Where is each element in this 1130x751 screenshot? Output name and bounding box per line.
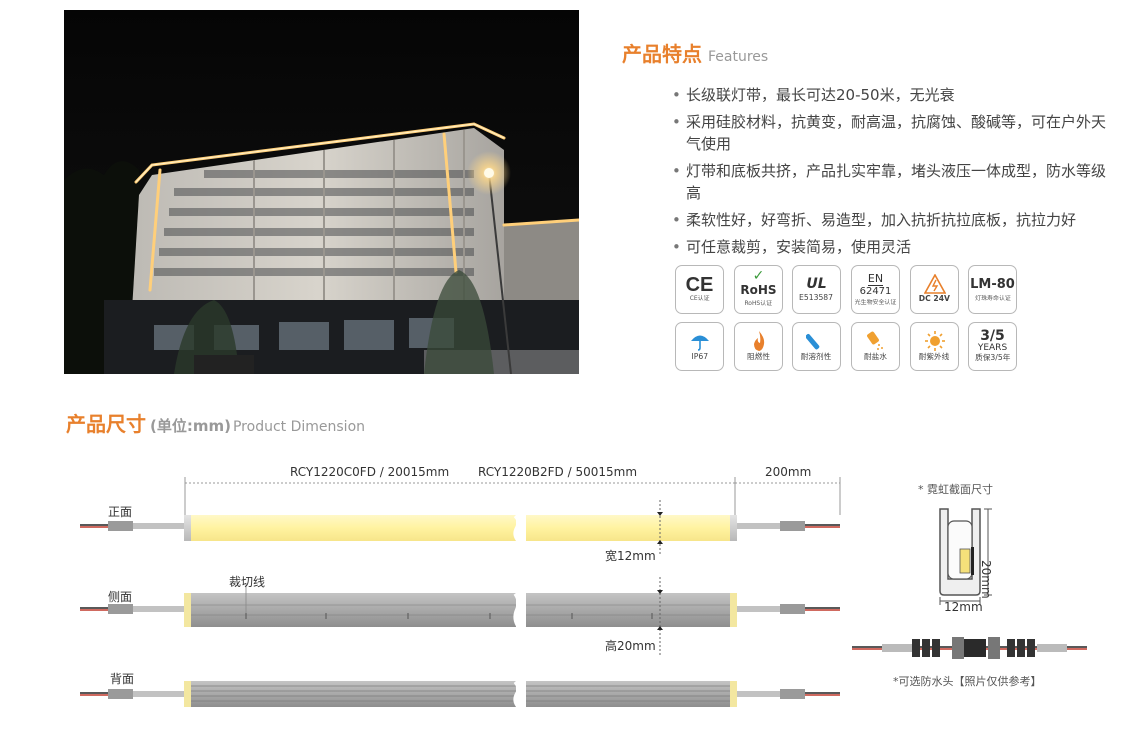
back-view-strip [80,679,840,710]
en-label: EN [867,271,884,286]
feature-item: 可任意裁剪，安装简易，使用灵活 [672,236,1112,258]
section-height-label: 20mm [979,560,993,599]
rohs-caption: RoHS认证 [744,299,773,307]
lm80-label: LM-80 [970,277,1015,292]
ce-cert-badge: CE CE认证 [675,265,724,314]
side-view-label: 侧面 [108,590,133,604]
features-list: 长级联灯带，最长可达20-50米，无光衰 采用硅胶材料，抗黄变，耐高温，抗腐蚀、… [672,84,1112,263]
section-title: * 霓虹截面尺寸 [918,483,993,496]
ul-caption: E513587 [799,293,834,303]
back-view-label: 背面 [110,672,135,686]
salt-caption: 耐盐水 [864,352,887,362]
en-number: 62471 [859,285,892,297]
umbrella-icon [690,335,709,351]
front-view-strip [80,500,840,555]
feature-item: 灯带和底板共挤，产品扎实牢靠，堵头液压一体成型，防水等级高 [672,160,1112,204]
model1-length-label: RCY1220C0FD / 20015mm [290,465,450,479]
sun-icon [924,331,945,351]
height-label: 高20mm [605,639,656,653]
dc-caption: DC 24V [918,294,951,304]
flame-icon [753,331,764,351]
lm80-badge: LM-80 灯珠寿命认证 [968,265,1017,314]
warranty-badge: 3/5 YEARS 质保3/5年 [968,322,1017,371]
salt-shaker-icon [866,331,883,350]
warranty-caption: 质保3/5年 [974,353,1011,363]
feature-item: 柔软性好，好弯折、易造型，加入抗折抗拉底板，抗拉力好 [672,209,1112,231]
ce-caption: CE认证 [689,294,710,302]
check-icon: ✓ [752,268,765,284]
ip67-caption: IP67 [691,352,708,362]
model2-length-label: RCY1220B2FD / 50015mm [478,465,638,479]
features-title-en: Features [708,49,769,65]
cross-section-diagram [939,508,992,605]
lm80-caption: 灯珠寿命认证 [974,294,1011,302]
rohs-cert-badge: ✓ RoHS RoHS认证 [734,265,783,314]
warranty-unit: YEARS [977,343,1008,353]
section-width-label: 12mm [944,600,983,614]
front-view-label: 正面 [108,505,133,519]
uv-resistance-badge: 耐紫外线 [910,322,959,371]
test-tube-icon [805,333,819,350]
dimension-title-cn: 产品尺寸 [66,412,146,436]
flame-retardant-badge: 阻燃性 [734,322,783,371]
en62471-cert-badge: EN 62471 光生物安全认证 [851,265,900,314]
cut-line-label: 裁切线 [229,575,266,589]
ul-cert-badge: UL E513587 [792,265,841,314]
uv-caption: 耐紫外线 [919,352,950,362]
waterproof-connector-image [852,637,1087,659]
lead-length-label: 200mm [765,465,812,479]
ul-icon: UL [806,276,827,292]
ce-icon: CE [685,274,714,296]
fire-caption: 阻燃性 [747,352,770,362]
dimension-title: 产品尺寸 (单位:mm) Product Dimension [66,408,365,437]
solvent-resistance-badge: 耐溶剂性 [792,322,841,371]
building-night-photo [64,10,579,374]
features-title-cn: 产品特点 [622,42,702,66]
feature-item: 采用硅胶材料，抗黄变，耐高温，抗腐蚀、酸碱等，可在户外天气使用 [672,111,1112,155]
en-caption: 光生物安全认证 [854,298,897,305]
connector-note: *可选防水头【照片仅供参考】 [893,675,1042,688]
ip67-badge: IP67 [675,322,724,371]
dimension-title-en: Product Dimension [232,419,366,435]
feature-item: 长级联灯带，最长可达20-50米，无光衰 [672,84,1112,106]
width-label: 宽12mm [605,549,656,563]
voltage-warning-icon [923,274,946,294]
solvent-caption: 耐溶剂性 [801,352,832,362]
rohs-label: RoHS [740,283,777,297]
salt-water-badge: 耐盐水 [851,322,900,371]
features-title: 产品特点 Features [622,38,768,67]
side-view-strip [80,577,840,655]
warranty-years: 3/5 [980,328,1005,344]
dc24v-badge: DC 24V [910,265,959,314]
dimension-unit: (单位:mm) [150,417,231,435]
